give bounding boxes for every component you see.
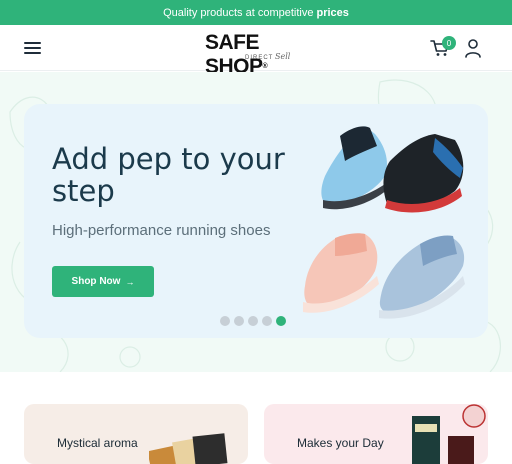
hamburger-menu-icon[interactable] — [24, 42, 41, 55]
announcement-bar: Quality products at competitive prices — [0, 0, 512, 25]
promo-card-day[interactable]: Makes your Day — [264, 404, 488, 464]
arrow-right-icon: → — [125, 276, 135, 287]
shop-now-label: Shop Now — [71, 276, 121, 287]
carousel-dot[interactable] — [262, 316, 272, 326]
cart-count-badge: 0 — [442, 36, 456, 50]
incense-product-image — [149, 433, 228, 464]
carousel-dot[interactable] — [248, 316, 258, 326]
carousel-dots — [220, 316, 286, 326]
promo-card-aroma[interactable]: Mystical aroma — [24, 404, 248, 464]
logo-script: Sell — [275, 52, 291, 61]
drink-product-image — [412, 404, 486, 464]
carousel-dot[interactable] — [220, 316, 230, 326]
announcement-highlight: prices — [316, 6, 349, 19]
site-header: SAFE SHOP® DIRECT Sell 0 — [0, 25, 512, 78]
carousel-dot-active[interactable] — [276, 316, 286, 326]
announcement-text: Quality products at competitive — [163, 6, 314, 19]
site-logo[interactable]: SAFE SHOP® DIRECT Sell — [205, 31, 309, 78]
running-shoes-image — [303, 126, 465, 319]
hero-title: Add pep to your step — [52, 142, 285, 208]
promo-label: Mystical aroma — [57, 436, 138, 450]
logo-subtitle: DIRECT — [245, 55, 274, 61]
carousel-dot[interactable] — [234, 316, 244, 326]
promo-label: Makes your Day — [297, 436, 384, 450]
shop-now-button[interactable]: Shop Now → — [52, 266, 154, 297]
hero-subtitle: High-performance running shoes — [52, 222, 271, 239]
user-account-icon[interactable] — [464, 38, 482, 58]
